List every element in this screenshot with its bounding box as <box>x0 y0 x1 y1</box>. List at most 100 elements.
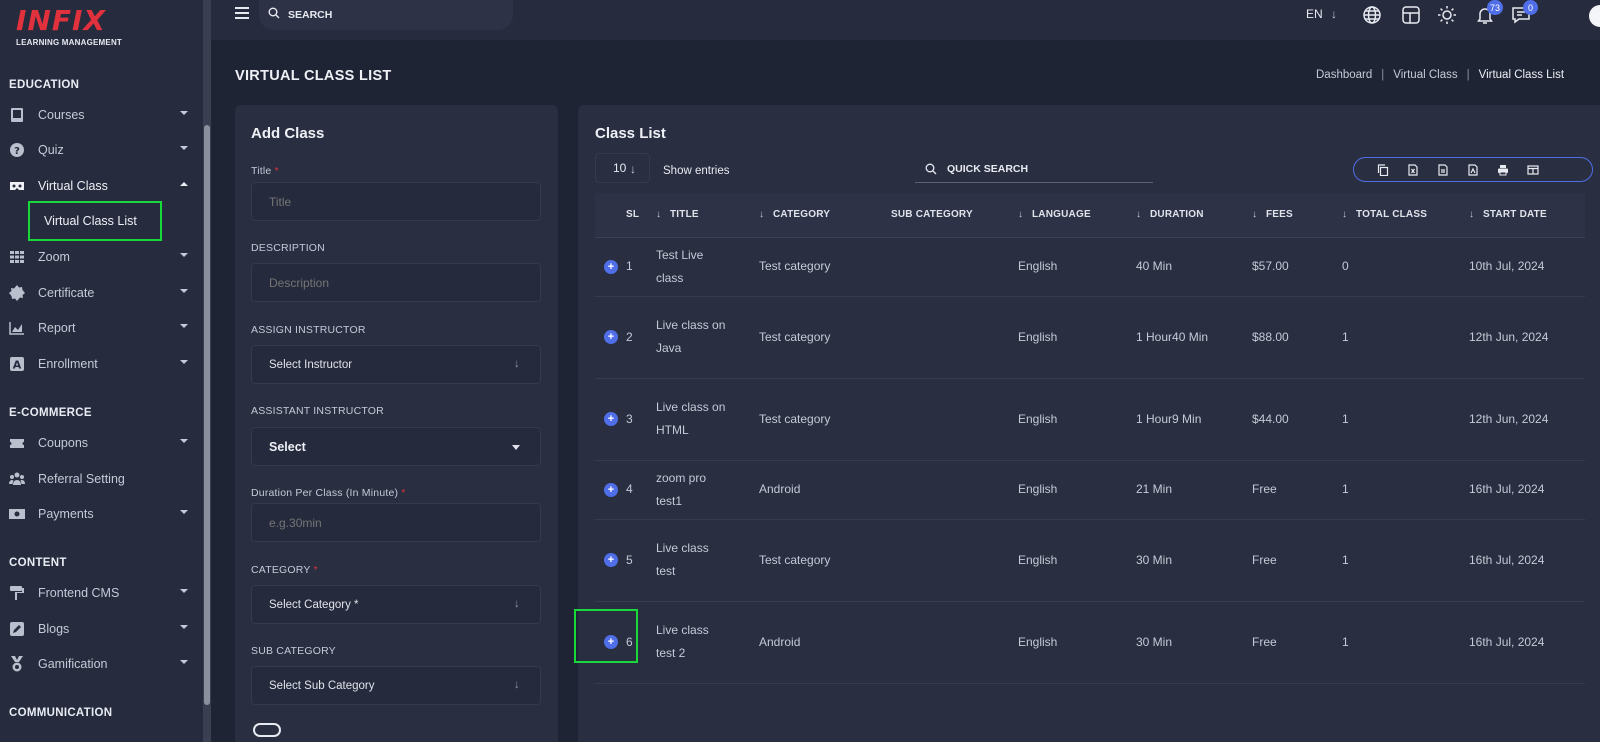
breadcrumb-virtual-class[interactable]: Virtual Class <box>1393 69 1457 81</box>
table-row[interactable]: +4 zoom pro test1 Android English 21 Min Free… <box>595 460 1585 520</box>
sub-category-select-value: Select Sub Category <box>269 679 375 692</box>
col-total-class[interactable]: ↓ TOTAL CLASS <box>1342 193 1469 238</box>
class-table: SL ↓ TITLE ↓ CATEGORY SUB CATEGORY ↓ LANGUA… <box>595 193 1585 684</box>
sidebar-item-referral-setting[interactable]: Referral Setting <box>0 465 200 493</box>
col-title[interactable]: ↓ TITLE <box>656 193 759 238</box>
sidebar-item-quiz[interactable]: ? Quiz <box>0 136 200 164</box>
logo[interactable]: INFIX LEARNING MANAGEMENT <box>16 4 122 48</box>
quick-search[interactable] <box>915 155 1153 183</box>
col-category[interactable]: ↓ CATEGORY <box>759 193 891 238</box>
layout-icon[interactable] <box>1401 5 1423 27</box>
sub-category-select[interactable]: Select Sub Category ↓ <box>251 666 541 705</box>
section-communication: COMMUNICATION <box>9 707 113 719</box>
excel-button[interactable] <box>1398 158 1428 181</box>
sidebar-item-label: Payments <box>38 507 94 521</box>
sidebar-item-zoom[interactable]: Zoom <box>0 243 200 271</box>
sidebar-item-label: Frontend CMS <box>38 586 120 600</box>
cell-start: 12th Jun, 2024 <box>1469 378 1585 461</box>
duration-input[interactable] <box>251 503 541 542</box>
assistant-select[interactable]: Select <box>251 427 541 466</box>
category-select[interactable]: Select Category * ↓ <box>251 585 541 624</box>
col-duration[interactable]: ↓ DURATION <box>1136 193 1252 238</box>
expand-row-icon[interactable]: + <box>604 553 618 568</box>
table-row[interactable]: +3 Live class on HTML Test category English… <box>595 378 1585 461</box>
badge-icon <box>9 285 25 301</box>
instructor-select[interactable]: Select Instructor ↓ <box>251 345 541 384</box>
sidebar-item-courses[interactable]: Courses <box>0 101 200 129</box>
breadcrumb-dashboard[interactable]: Dashboard <box>1316 69 1372 81</box>
sort-arrow-icon: ↓ <box>1018 209 1024 221</box>
copy-button[interactable] <box>1368 158 1398 181</box>
sidebar-item-frontend-cms[interactable]: Frontend CMS <box>0 579 200 607</box>
sidebar-subitem-virtual-class-list[interactable]: Virtual Class List <box>28 201 162 241</box>
show-entries-label: Show entries <box>663 165 730 177</box>
sidebar-item-certificate[interactable]: Certificate <box>0 279 200 307</box>
language-selector[interactable]: EN ↓ <box>1306 7 1337 21</box>
assign-instructor-label: ASSIGN INSTRUCTOR <box>251 324 366 336</box>
search-box[interactable] <box>259 0 513 30</box>
sidebar-scroll-thumb[interactable] <box>204 125 210 705</box>
pdf-button[interactable] <box>1458 158 1488 181</box>
arrow-down-icon: ↓ <box>514 679 520 691</box>
caret-down-icon <box>180 146 188 150</box>
sun-icon[interactable] <box>1437 5 1459 27</box>
csv-icon <box>1438 163 1448 176</box>
table-row[interactable]: +2 Live class on Java Test category English… <box>595 296 1585 379</box>
cell-sub <box>891 460 1018 520</box>
cell-total: 1 <box>1342 519 1469 602</box>
export-buttons <box>1353 157 1593 182</box>
caret-down-icon <box>180 253 188 257</box>
sort-arrow-icon: ↓ <box>759 209 765 221</box>
sidebar-item-virtual-class[interactable]: Virtual Class <box>0 172 200 200</box>
col-start-date[interactable]: ↓ START DATE <box>1469 193 1585 238</box>
csv-button[interactable] <box>1428 158 1458 181</box>
message-badge: 0 <box>1523 0 1538 15</box>
col-sub-category[interactable]: SUB CATEGORY <box>891 193 1018 238</box>
add-class-panel: Add Class Title* DESCRIPTION ASSIGN INST… <box>235 105 558 742</box>
entries-select[interactable]: 10 ↓ <box>595 153 650 183</box>
sidebar-item-blogs[interactable]: Blogs <box>0 615 200 643</box>
expand-row-icon[interactable]: + <box>604 259 618 274</box>
caret-down-icon <box>180 510 188 514</box>
table-row[interactable]: +5 Live class test Test category English 30 … <box>595 519 1585 602</box>
menu-icon[interactable] <box>235 7 249 19</box>
search-input[interactable] <box>288 9 488 21</box>
sidebar-item-coupons[interactable]: Coupons <box>0 429 200 457</box>
caret-down-icon <box>180 360 188 364</box>
logo-text: INFIX <box>16 4 106 37</box>
sidebar-scrollbar[interactable] <box>203 0 211 742</box>
expand-row-icon[interactable]: + <box>604 330 618 345</box>
language-label: EN <box>1306 7 1323 21</box>
table-row[interactable]: +1 Test Live class Test category English 40 … <box>595 237 1585 297</box>
cell-duration: 40 Min <box>1136 237 1252 297</box>
table-row[interactable]: +6 Live class test 2 Android English 30 Min F… <box>595 601 1585 684</box>
paint-roller-icon <box>9 585 25 601</box>
description-input[interactable] <box>251 263 541 302</box>
cell-start: 10th Jul, 2024 <box>1469 237 1585 297</box>
columns-button[interactable] <box>1518 158 1548 181</box>
cell-total: 1 <box>1342 601 1469 684</box>
title-input[interactable] <box>251 182 541 221</box>
col-fees[interactable]: ↓ FEES <box>1252 193 1342 238</box>
toggle-switch[interactable] <box>253 723 281 737</box>
quick-search-input[interactable] <box>947 162 1147 175</box>
section-education: EDUCATION <box>9 79 80 91</box>
arrow-down-icon: ↓ <box>630 162 636 176</box>
expand-row-icon[interactable]: + <box>604 482 618 497</box>
chat-icon[interactable]: 0 <box>1511 0 1538 27</box>
globe-icon[interactable] <box>1362 5 1384 27</box>
ticket-icon <box>9 435 25 451</box>
money-icon <box>9 506 25 522</box>
col-sl[interactable]: SL <box>595 193 656 238</box>
bell-icon[interactable]: 73 <box>1475 0 1504 27</box>
avatar[interactable] <box>1589 5 1600 27</box>
sidebar-item-enrollment[interactable]: A Enrollment <box>0 350 200 378</box>
cell-category: Test category <box>759 237 891 297</box>
sidebar-item-payments[interactable]: Payments <box>0 500 200 528</box>
col-language[interactable]: ↓ LANGUAGE <box>1018 193 1136 238</box>
sidebar-item-report[interactable]: Report <box>0 314 200 342</box>
print-button[interactable] <box>1488 158 1518 181</box>
expand-row-icon[interactable]: + <box>604 412 618 427</box>
sidebar-item-gamification[interactable]: Gamification <box>0 650 200 678</box>
cell-language: English <box>1018 237 1136 297</box>
